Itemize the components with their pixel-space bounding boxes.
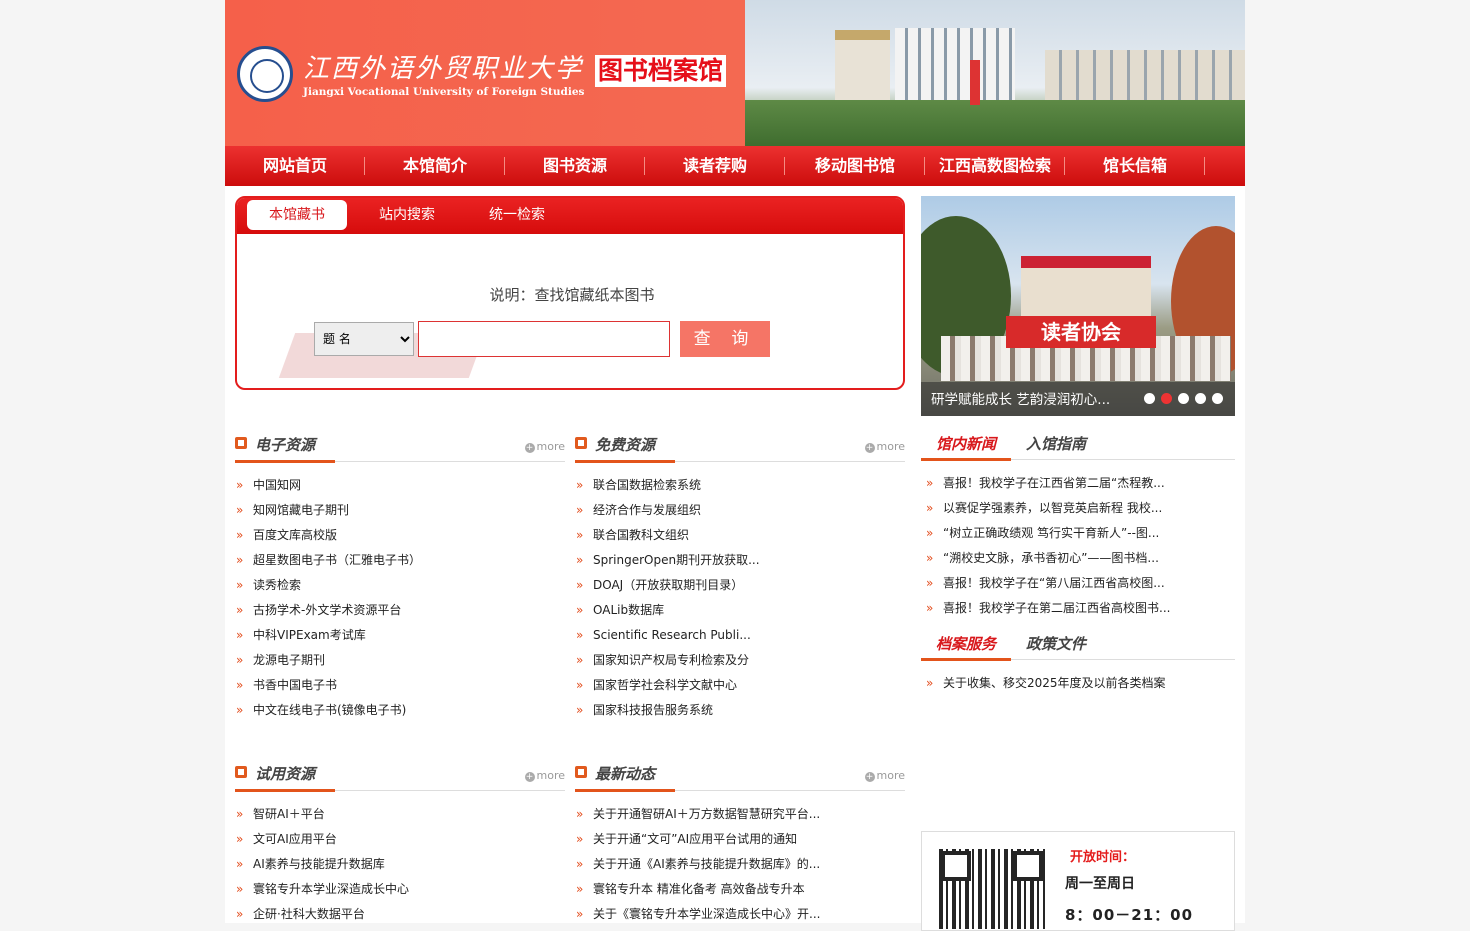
list-item[interactable]: 国家科技报告服务系统 — [575, 701, 905, 726]
list-item[interactable]: 中国知网 — [235, 476, 565, 501]
slider-dot[interactable] — [1144, 393, 1155, 404]
block-title: 最新动态 — [595, 765, 656, 783]
bullet-square-icon — [235, 766, 247, 778]
nav-jiangxi-search[interactable]: 江西高数图检索 — [925, 146, 1065, 186]
slider-caption[interactable]: 研学赋能成长 艺韵浸润初心... — [931, 388, 1110, 408]
campus-photo — [745, 0, 1245, 146]
list-item[interactable]: 百度文库高校版 — [235, 526, 565, 551]
list-item[interactable]: 中文在线电子书(镜像电子书) — [235, 701, 565, 726]
list-item[interactable]: Scientific Research Publi... — [575, 626, 905, 651]
list-item[interactable]: AI素养与技能提升数据库 — [235, 855, 565, 880]
more-link[interactable]: more — [525, 769, 566, 782]
news-tabs: 馆内新闻 入馆指南 — [921, 430, 1235, 461]
list-item[interactable]: 书香中国电子书 — [235, 676, 565, 701]
slider-banner: 读者协会 — [1006, 316, 1156, 348]
more-link[interactable]: more — [865, 769, 906, 782]
slider-dot[interactable] — [1212, 393, 1223, 404]
slider-dot[interactable] — [1178, 393, 1189, 404]
university-name-cn: 江西外语外贸职业大学 — [303, 54, 584, 84]
bullet-square-icon — [575, 766, 587, 778]
list-item[interactable]: 关于开通智研AI＋万方数据智慧研究平台... — [575, 805, 905, 830]
list-item[interactable]: 国家知识产权局专利检索及分 — [575, 651, 905, 676]
list-item[interactable]: 关于开通《AI素养与技能提升数据库》的... — [575, 855, 905, 880]
search-panel: 本馆藏书 站内搜索 统一检索 说明：查找馆藏纸本图书 题 名 查 询 — [235, 196, 905, 390]
list-item[interactable]: 关于开通“文可”AI应用平台试用的通知 — [575, 830, 905, 855]
site-header: 江西外语外贸职业大学 Jiangxi Vocational University… — [225, 0, 1245, 146]
free-resources-block: 免费资源 more 联合国数据检索系统经济合作与发展组织联合国教科文组织Spri… — [575, 434, 905, 726]
list-item[interactable]: 联合国数据检索系统 — [575, 476, 905, 501]
tab-visitor-guide[interactable]: 入馆指南 — [1026, 430, 1086, 460]
nav-mobile-library[interactable]: 移动图书馆 — [785, 146, 925, 186]
slider-dot-active[interactable] — [1161, 393, 1172, 404]
trial-resources-block: 试用资源 more 智研AI＋平台文可AI应用平台AI素养与技能提升数据库寰铭专… — [235, 763, 565, 930]
list-item[interactable]: 经济合作与发展组织 — [575, 501, 905, 526]
list-item[interactable]: OALib数据库 — [575, 601, 905, 626]
list-item[interactable]: 企研·社科大数据平台 — [235, 905, 565, 930]
qr-code-icon — [939, 849, 1045, 929]
block-title: 免费资源 — [595, 436, 656, 454]
archive-tabs: 档案服务 政策文件 — [921, 630, 1235, 661]
list-item[interactable]: 读秀检索 — [235, 576, 565, 601]
list-item[interactable]: 中科VIPExam考试库 — [235, 626, 565, 651]
list-item[interactable]: 超星数图电子书（汇雅电子书） — [235, 551, 565, 576]
news-slider[interactable]: 读者协会 研学赋能成长 艺韵浸润初心... — [921, 196, 1235, 416]
tab-policy-docs[interactable]: 政策文件 — [1026, 630, 1086, 660]
search-description: 说明：查找馆藏纸本图书 — [489, 286, 655, 304]
tab-library-collection[interactable]: 本馆藏书 — [247, 200, 347, 230]
hours-days: 周一至周日 — [1065, 876, 1135, 892]
search-button[interactable]: 查 询 — [680, 321, 770, 357]
block-title: 电子资源 — [255, 436, 316, 454]
hours-time: 8：00－21：00 — [1065, 906, 1194, 924]
slider-dots — [1144, 393, 1223, 404]
list-item[interactable]: 寰铭专升本学业深造成长中心 — [235, 880, 565, 905]
hours-title: 开放时间： — [1070, 850, 1136, 865]
search-field-select[interactable]: 题 名 — [314, 322, 414, 356]
list-item[interactable]: 联合国教科文组织 — [575, 526, 905, 551]
news-list: 喜报！我校学子在江西省第二届“杰程教...以赛促学强素养，以智竞英启新程 我校.… — [925, 474, 1235, 624]
opening-hours-box: 开放时间： 周一至周日 8：00－21：00 — [921, 831, 1235, 931]
bullet-square-icon — [575, 437, 587, 449]
search-tabs: 本馆藏书 站内搜索 统一检索 — [237, 198, 903, 234]
archive-list: 关于收集、移交2025年度及以前各类档案 — [925, 674, 1235, 699]
tab-unified-search[interactable]: 统一检索 — [467, 200, 567, 230]
latest-news-block: 最新动态 more 关于开通智研AI＋万方数据智慧研究平台...关于开通“文可”… — [575, 763, 905, 930]
list-item[interactable]: 古扬学术-外文学术资源平台 — [235, 601, 565, 626]
list-item[interactable]: DOAJ（开放获取期刊目录） — [575, 576, 905, 601]
university-seal-icon — [237, 46, 293, 102]
list-item[interactable]: “溯校史文脉，承书香初心”——图书档... — [925, 549, 1235, 574]
nav-recommend[interactable]: 读者荐购 — [645, 146, 785, 186]
list-item[interactable]: 文可AI应用平台 — [235, 830, 565, 855]
eresources-block: 电子资源 more 中国知网知网馆藏电子期刊百度文库高校版超星数图电子书（汇雅电… — [235, 434, 565, 726]
more-link[interactable]: more — [525, 440, 566, 453]
more-link[interactable]: more — [865, 440, 906, 453]
list-item[interactable]: 喜报！我校学子在江西省第二届“杰程教... — [925, 474, 1235, 499]
list-item[interactable]: 龙源电子期刊 — [235, 651, 565, 676]
list-item[interactable]: “树立正确政绩观 笃行实干育新人”--图... — [925, 524, 1235, 549]
list-item[interactable]: 知网馆藏电子期刊 — [235, 501, 565, 526]
search-input[interactable] — [418, 321, 670, 357]
nav-home[interactable]: 网站首页 — [225, 146, 365, 186]
list-item[interactable]: 关于《寰铭专升本学业深造成长中心》开... — [575, 905, 905, 930]
slider-dot[interactable] — [1195, 393, 1206, 404]
tab-archive-service[interactable]: 档案服务 — [936, 630, 996, 660]
list-item[interactable]: 国家哲学社会科学文献中心 — [575, 676, 905, 701]
list-item[interactable]: 关于收集、移交2025年度及以前各类档案 — [925, 674, 1235, 699]
tab-site-search[interactable]: 站内搜索 — [357, 200, 457, 230]
university-name-en: Jiangxi Vocational University of Foreign… — [303, 86, 585, 98]
block-title: 试用资源 — [255, 765, 316, 783]
list-item[interactable]: SpringerOpen期刊开放获取... — [575, 551, 905, 576]
list-item[interactable]: 以赛促学强素养，以智竞英启新程 我校... — [925, 499, 1235, 524]
list-item[interactable]: 喜报！我校学子在“第八届江西省高校图... — [925, 574, 1235, 599]
bullet-square-icon — [235, 437, 247, 449]
list-item[interactable]: 智研AI＋平台 — [235, 805, 565, 830]
library-name: 图书档案馆 — [595, 55, 727, 87]
main-nav: 网站首页 本馆简介 图书资源 读者荐购 移动图书馆 江西高数图检索 馆长信箱 — [225, 146, 1245, 186]
tab-library-news[interactable]: 馆内新闻 — [936, 430, 996, 460]
nav-director-mailbox[interactable]: 馆长信箱 — [1065, 146, 1205, 186]
page: 江西外语外贸职业大学 Jiangxi Vocational University… — [225, 0, 1245, 931]
list-item[interactable]: 喜报！我校学子在第二届江西省高校图书... — [925, 599, 1235, 624]
nav-about[interactable]: 本馆简介 — [365, 146, 505, 186]
nav-resources[interactable]: 图书资源 — [505, 146, 645, 186]
list-item[interactable]: 寰铭专升本 精准化备考 高效备战专升本 — [575, 880, 905, 905]
